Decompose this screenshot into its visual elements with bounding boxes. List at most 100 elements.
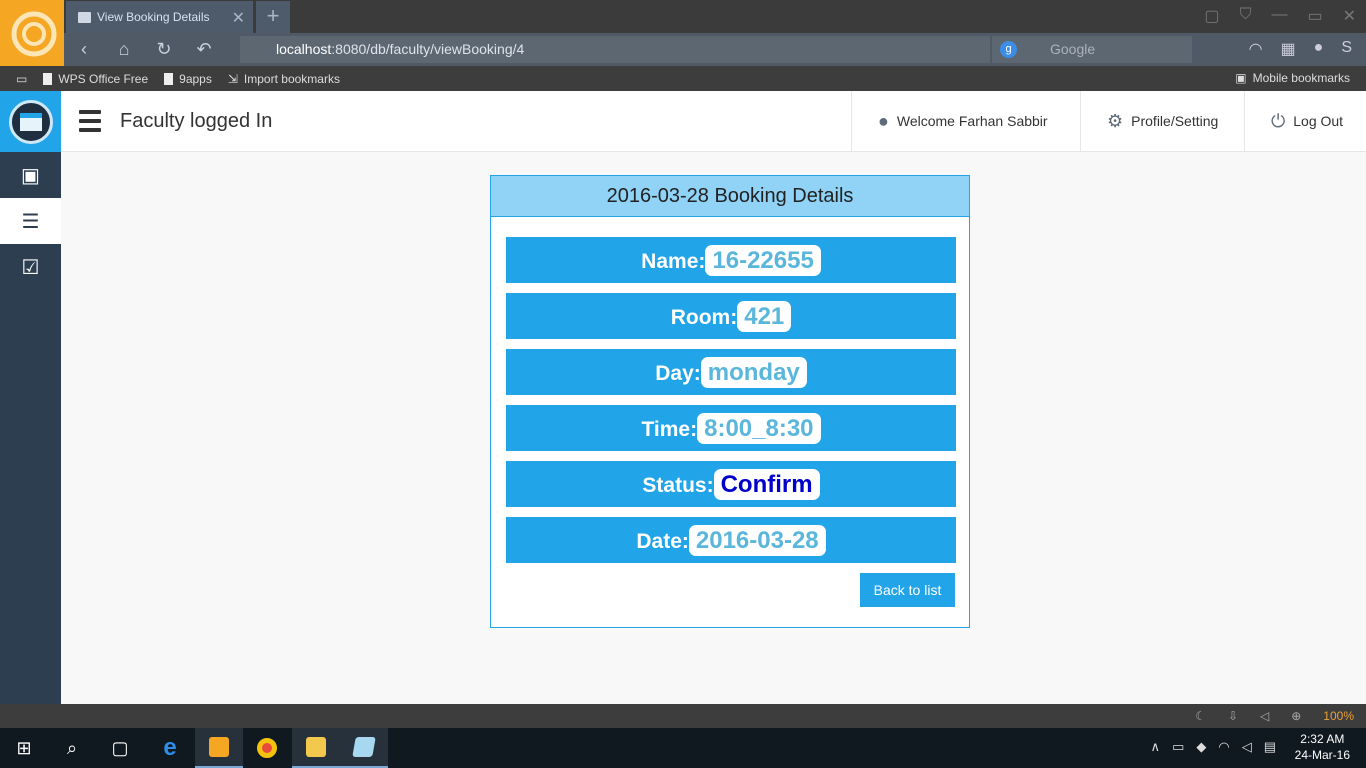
detail-row-date: Date: 2016-03-28 [506, 517, 956, 563]
welcome-label: Welcome Farhan Sabbir [896, 113, 1048, 129]
search-icon[interactable]: ⌕ [48, 728, 96, 768]
dropbox-icon[interactable]: ◆ [1196, 739, 1206, 755]
row-label: Name: [641, 250, 706, 273]
tab-title: View Booking Details [97, 10, 210, 24]
chrome-icon[interactable] [243, 728, 291, 768]
app-logo[interactable] [0, 91, 61, 152]
edge-icon[interactable]: e [146, 728, 194, 768]
window-controls: ▢ ⛉ — ▭ ✕ [1204, 6, 1356, 26]
zoom-icon[interactable]: ⊕ [1291, 709, 1301, 723]
power-icon: ⏻ [1271, 110, 1286, 131]
reload-icon[interactable]: ↻ [144, 39, 184, 60]
back-to-list-button[interactable]: Back to list [860, 573, 955, 607]
tab-view-booking-details[interactable]: View Booking Details ✕ [66, 1, 253, 33]
welcome-user[interactable]: ● Welcome Farhan Sabbir [851, 91, 1080, 151]
menu-toggle-icon[interactable] [79, 110, 101, 137]
calendar-logo-icon [8, 99, 53, 144]
back-icon[interactable]: ‹ [64, 39, 104, 60]
list-icon: ☰ [21, 210, 40, 233]
row-label: Time: [641, 418, 698, 441]
user-icon: ● [878, 110, 889, 131]
mobile-icon: ▣ [1235, 71, 1247, 85]
mobile-bookmarks[interactable]: ▣ Mobile bookmarks [1235, 71, 1350, 85]
system-tray: ∧ ▭ ◆ ◠ ◁ ▤ [1151, 739, 1276, 755]
speaker-icon[interactable]: ◁ [1242, 739, 1252, 755]
booking-details-panel: 2016-03-28 Booking Details Name: 16-2265… [490, 175, 970, 628]
search-placeholder: Google [1050, 41, 1096, 57]
notepad-icon[interactable] [340, 728, 388, 768]
profile-setting-link[interactable]: ⚙ Profile/Setting [1080, 91, 1244, 151]
page-title: Faculty logged In [120, 110, 273, 132]
status-tools: ☾ ⇩ ◁ ⊕ 100% [1195, 709, 1354, 723]
sidebar-item-list[interactable]: ☰ [0, 198, 61, 244]
chevron-up-icon[interactable]: ∧ [1151, 739, 1161, 755]
search-box[interactable]: g Google [992, 36, 1192, 63]
windows-taskbar: ⊞ ⌕ ▢ e ∧ ▭ ◆ ◠ ◁ ▤ 2:32 AM 24-Mar-16 [0, 728, 1366, 768]
bookmark-9apps[interactable]: 9apps [164, 72, 212, 86]
undo-close-icon[interactable]: ↶ [184, 39, 224, 60]
bookmarks-toggle-icon[interactable]: ▭ [16, 72, 27, 86]
extension-icon[interactable]: ● [1314, 39, 1324, 59]
app-header: Faculty logged In ● Welcome Farhan Sabbi… [61, 91, 1366, 152]
row-label: Day: [655, 362, 701, 385]
nav-tools: ◠ ▦ ● S [1249, 39, 1352, 59]
address-bar[interactable]: localhost:8080/db/faculty/viewBooking/4 [240, 36, 990, 63]
task-view-icon[interactable]: ▢ [96, 728, 144, 768]
clock-time: 2:32 AM [1300, 732, 1345, 746]
bookmark-label: Import bookmarks [243, 71, 340, 86]
wifi-icon[interactable]: ◠ [1249, 39, 1263, 59]
clock-date: 24-Mar-16 [1294, 748, 1350, 762]
detail-row-time: Time: 8:00_8:30 [506, 405, 956, 451]
home-icon[interactable]: ⌂ [104, 39, 144, 60]
night-mode-icon[interactable]: ☾ [1195, 709, 1206, 723]
close-window-icon[interactable]: ✕ [1343, 6, 1356, 26]
checklist-icon: ☑ [21, 256, 40, 279]
start-icon[interactable]: ⊞ [0, 728, 48, 768]
maximize-icon[interactable]: ▭ [1307, 6, 1322, 26]
new-tab-button[interactable]: + [256, 1, 290, 33]
apps-grid-icon[interactable]: ▦ [1281, 39, 1296, 59]
notifications-icon[interactable]: ▤ [1264, 739, 1276, 755]
status-badge: Confirm [713, 468, 820, 500]
page-icon [78, 11, 91, 23]
gear-icon: ⚙ [1107, 110, 1124, 131]
browser-status-bar: ☾ ⇩ ◁ ⊕ 100% [0, 704, 1366, 728]
close-tab-icon[interactable]: ✕ [232, 8, 245, 28]
uc-browser-logo[interactable] [0, 0, 64, 66]
battery-icon[interactable]: ▭ [1172, 739, 1184, 755]
search-engine-icon[interactable]: g [1000, 41, 1017, 58]
detail-row-name: Name: 16-22655 [506, 237, 956, 283]
skype-icon[interactable]: S [1341, 39, 1352, 59]
browser-nav-bar: ‹ ⌂ ↻ ↶ localhost:8080/db/faculty/viewBo… [64, 33, 1366, 66]
import-icon: ⇲ [227, 71, 238, 86]
restore-icon[interactable]: ▢ [1204, 6, 1219, 26]
document-icon [164, 72, 174, 85]
browser-tab-bar: View Booking Details ✕ + ▢ ⛉ — ▭ ✕ [0, 0, 1366, 66]
logout-label: Log Out [1293, 113, 1344, 129]
minimize-icon[interactable]: — [1271, 6, 1287, 26]
detail-row-status: Status: Confirm [506, 461, 956, 507]
volume-icon[interactable]: ◁ [1260, 709, 1269, 723]
file-explorer-icon[interactable] [292, 728, 340, 768]
panel-heading: 2016-03-28 Booking Details [491, 176, 969, 217]
detail-row-room: Room: 421 [506, 293, 956, 339]
download-icon[interactable]: ⇩ [1228, 709, 1238, 723]
row-label: Room: [670, 306, 738, 329]
zoom-level[interactable]: 100% [1323, 709, 1354, 723]
app-sidebar: ▣ ☰ ☑ [0, 91, 61, 704]
bookmark-label: WPS Office Free [58, 71, 149, 86]
profile-label: Profile/Setting [1131, 113, 1219, 129]
skin-icon[interactable]: ⛉ [1239, 6, 1251, 26]
network-icon[interactable]: ◠ [1218, 739, 1229, 755]
sidebar-item-faculty[interactable]: ▣ [0, 152, 61, 198]
uc-browser-taskbar-icon[interactable] [195, 728, 243, 768]
row-value: monday [700, 356, 807, 388]
taskbar-clock[interactable]: 2:32 AM 24-Mar-16 [1295, 731, 1350, 763]
bookmarks-bar: ▭ WPS Office Free 9apps ⇲ Import bookmark… [0, 66, 1366, 91]
url-path: :8080/db/faculty/viewBooking/4 [331, 41, 525, 57]
sidebar-item-checklist[interactable]: ☑ [0, 244, 61, 290]
bookmark-import[interactable]: ⇲ Import bookmarks [228, 72, 340, 86]
bookmark-wps[interactable]: WPS Office Free [43, 72, 148, 86]
logout-link[interactable]: ⏻ Log Out [1244, 91, 1366, 151]
teacher-icon: ▣ [21, 164, 40, 187]
